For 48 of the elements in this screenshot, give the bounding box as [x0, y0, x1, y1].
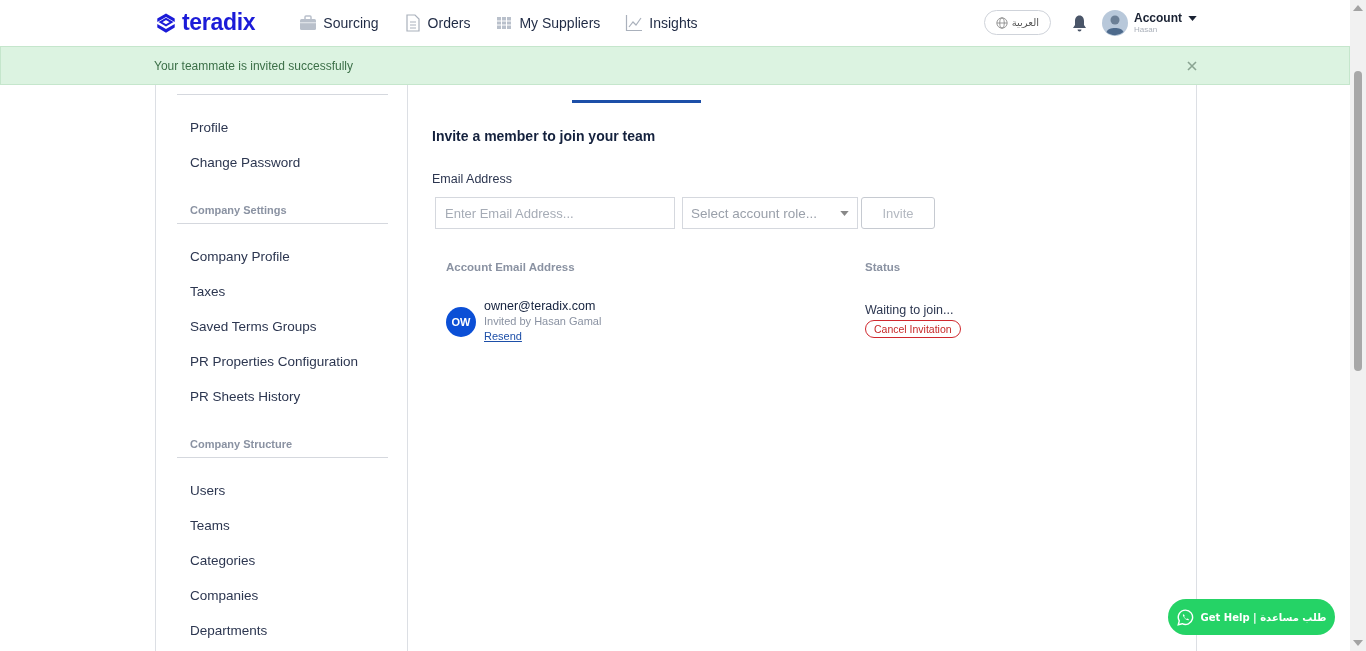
sidebar-item[interactable]: Teams: [190, 508, 230, 543]
logo-text[interactable]: teradix: [182, 9, 256, 36]
logo-icon: [155, 11, 177, 34]
sidebar-item[interactable]: Categories: [190, 543, 256, 578]
toast-message: Your teammate is invited successfully: [154, 58, 353, 73]
sidebar-item[interactable]: Departments: [190, 613, 268, 648]
sidebar-item[interactable]: Profile: [190, 110, 229, 145]
nav-link[interactable]: Insights: [625, 13, 698, 32]
nav-link[interactable]: My Suppliers: [495, 13, 601, 32]
sidebar-item[interactable]: Users: [190, 473, 226, 508]
section-heading: Company Settings: [190, 203, 287, 217]
field-label: Email Address: [432, 172, 513, 186]
sidebar-item[interactable]: Company Profile: [190, 239, 290, 274]
user-email: owner@teradix.com: [484, 299, 596, 314]
avatar-icon[interactable]: [1102, 9, 1128, 36]
section-heading: Company Structure: [190, 437, 293, 451]
column-header: Account Email Address: [446, 261, 576, 273]
briefcase-icon: [299, 13, 318, 32]
chat-icon: [1176, 608, 1194, 626]
bell-icon[interactable]: [1071, 13, 1088, 32]
user-initials-avatar: OW: [446, 306, 476, 337]
nav-link[interactable]: Orders: [403, 13, 471, 32]
scrollbar-thumb[interactable]: [1354, 71, 1362, 371]
account-menu[interactable]: Account: [1134, 11, 1182, 25]
scroll-down-icon[interactable]: [1353, 640, 1363, 646]
sidebar-item[interactable]: Saved Terms Groups: [190, 309, 317, 344]
email-input[interactable]: Enter Email Address...: [435, 197, 675, 229]
globe-icon: [995, 16, 1008, 29]
cancel-invitation-button[interactable]: Cancel Invitation: [865, 320, 961, 338]
sidebar-item[interactable]: PR Properties Configuration: [190, 344, 359, 379]
nav-link[interactable]: Sourcing: [299, 13, 379, 32]
sidebar-item[interactable]: Taxes: [190, 274, 226, 309]
sidebar-item[interactable]: PR Sheets History: [190, 379, 301, 414]
sidebar-item[interactable]: Change Password: [190, 145, 301, 180]
sidebar-item[interactable]: Companies: [190, 578, 259, 613]
user-name: Hasan: [1134, 25, 1159, 34]
status-text: Waiting to join...: [865, 303, 954, 317]
column-header: Status: [865, 261, 901, 273]
close-icon[interactable]: [1187, 60, 1197, 71]
line-chart-icon: [625, 13, 644, 32]
scroll-up-icon[interactable]: [1353, 5, 1363, 11]
scrollbar[interactable]: [1350, 0, 1366, 651]
document-icon: [403, 13, 422, 32]
section-title: Invite a member to join your team: [432, 128, 657, 144]
caret-icon[interactable]: [1188, 15, 1197, 21]
language-button[interactable]: العربية: [983, 10, 1051, 35]
resend-link[interactable]: Resend: [484, 329, 522, 344]
invited-by-text: Invited by Hasan Gamal: [484, 314, 602, 329]
